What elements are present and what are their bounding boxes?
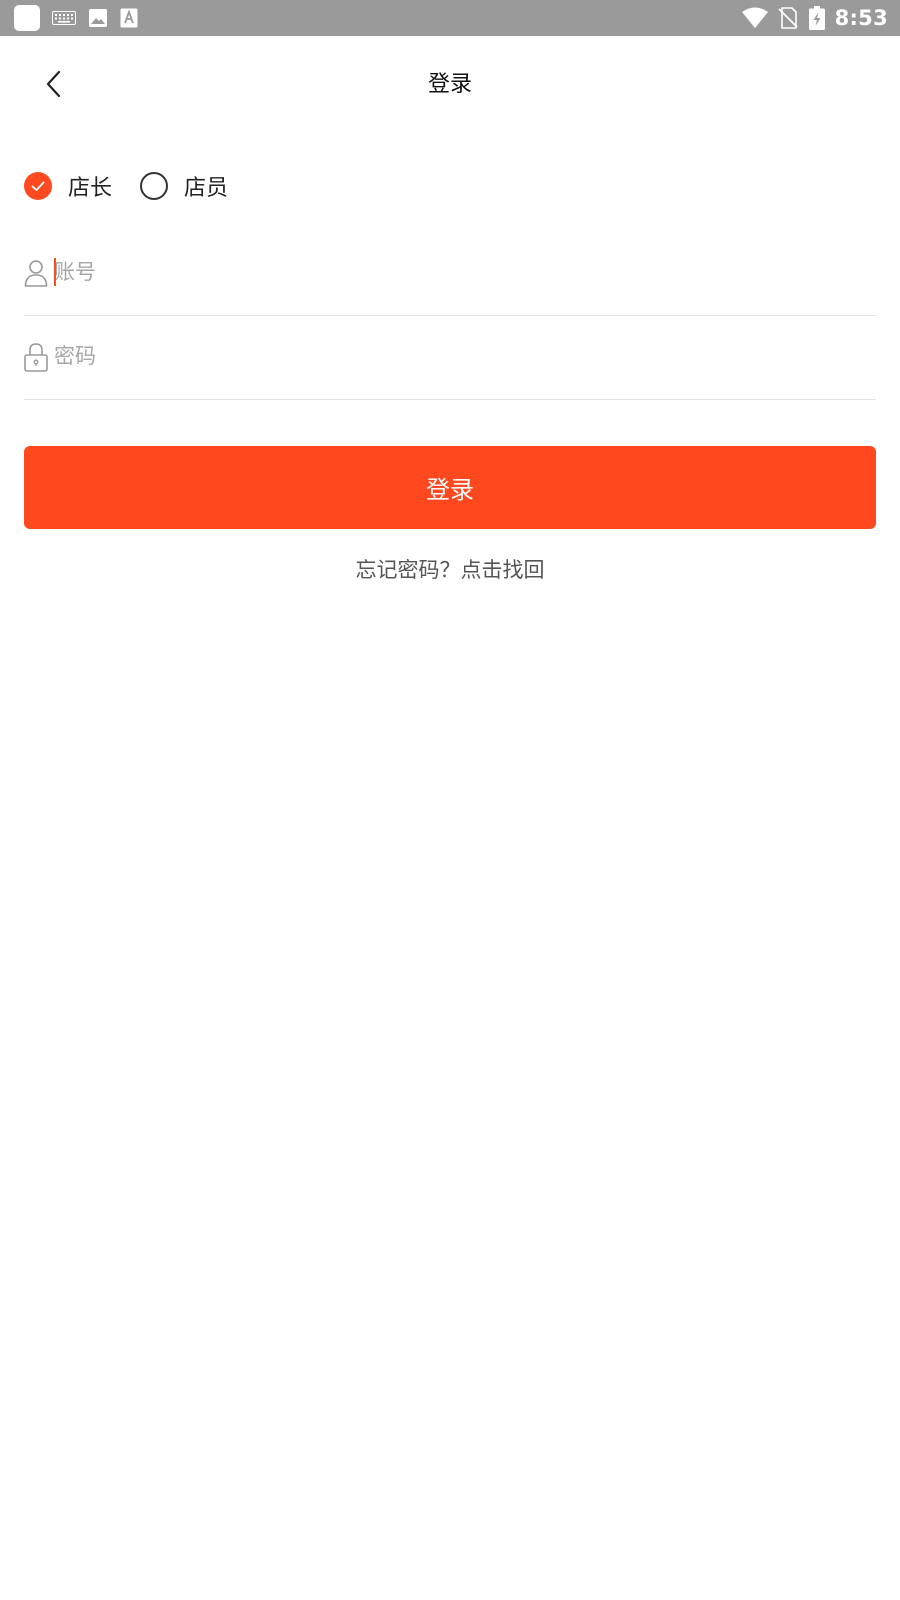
lock-icon: [24, 343, 48, 372]
role-option-clerk[interactable]: 店员: [140, 170, 228, 202]
app-square-icon: [14, 5, 40, 31]
wifi-icon: [741, 7, 768, 28]
role-label-clerk: 店员: [184, 176, 229, 201]
user-icon: [24, 260, 48, 287]
text-caret: [54, 258, 56, 286]
radio-unchecked-icon[interactable]: [140, 172, 169, 200]
role-selector: 店长 店员: [24, 170, 228, 202]
password-field: [24, 316, 876, 400]
keyboard-icon: [52, 11, 76, 25]
nav-header: 登录: [0, 36, 900, 132]
text-a-icon: [120, 8, 138, 28]
status-bar-left: [14, 5, 138, 31]
page-title: 登录: [427, 72, 472, 97]
no-sim-icon: [777, 7, 798, 29]
account-input[interactable]: [54, 250, 854, 294]
image-icon: [89, 9, 107, 27]
status-bar-right: 8:53: [741, 0, 888, 36]
password-input[interactable]: [54, 334, 854, 378]
radio-checked-icon[interactable]: [24, 172, 52, 200]
account-field: [24, 232, 876, 316]
battery-charging-icon: [808, 6, 825, 30]
login-button[interactable]: 登录: [24, 446, 876, 529]
status-time: 8:53: [834, 6, 888, 30]
status-bar: 8:53: [0, 0, 900, 36]
role-option-manager[interactable]: 店长: [24, 170, 112, 202]
forgot-password-link[interactable]: 忘记密码？点击找回: [0, 554, 900, 584]
role-label-manager: 店长: [68, 176, 113, 201]
